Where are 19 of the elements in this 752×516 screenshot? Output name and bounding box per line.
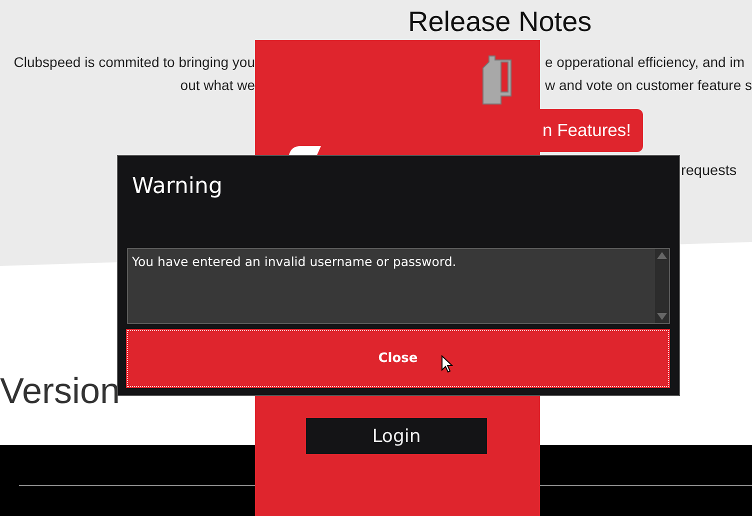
login-button[interactable]: Login — [306, 418, 487, 454]
scroll-down-icon[interactable] — [657, 313, 667, 320]
version-heading: Version — [0, 369, 120, 413]
scrollbar[interactable] — [655, 249, 669, 323]
scroll-up-icon[interactable] — [657, 252, 667, 259]
features-button[interactable]: n Features! — [540, 109, 643, 152]
message-text: You have entered an invalid username or password. — [132, 253, 456, 271]
intro-text: out what we — [180, 76, 255, 95]
page-heading: Release Notes — [408, 6, 592, 38]
dialog-title: Warning — [132, 173, 222, 201]
logo-icon — [289, 146, 321, 155]
jug-icon — [481, 54, 514, 106]
intro-text: requests — [681, 162, 737, 181]
intro-text: Clubspeed is commited to bringing you — [14, 53, 255, 72]
intro-text: e opperational efficiency, and im — [545, 53, 744, 72]
message-field[interactable]: You have entered an invalid username or password. — [127, 248, 670, 324]
intro-text: w and vote on customer feature s — [545, 76, 752, 95]
close-button[interactable]: Close — [127, 330, 669, 387]
cursor-icon — [441, 355, 453, 373]
